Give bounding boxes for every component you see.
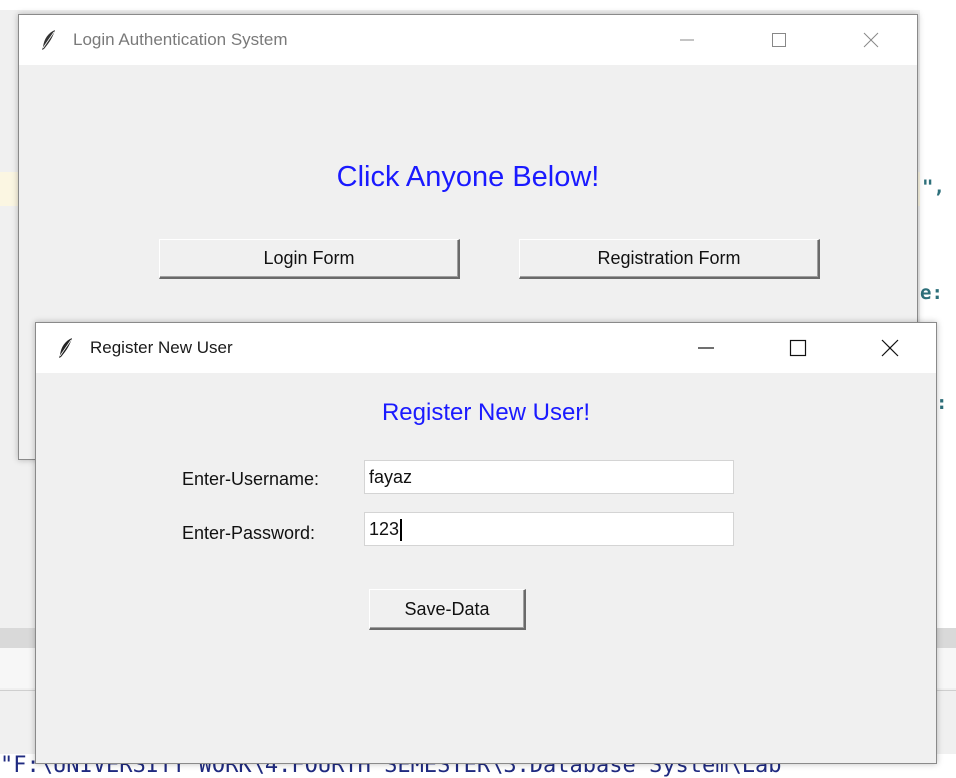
minimize-icon — [680, 39, 694, 41]
register-user-window: Register New User Register New User! Ent… — [35, 322, 937, 764]
register-window-titlebar[interactable]: Register New User — [36, 323, 936, 373]
background-code-snippet: e: — [920, 282, 943, 304]
minimize-button[interactable] — [641, 15, 733, 65]
minimize-button[interactable] — [660, 323, 752, 373]
close-button[interactable] — [844, 323, 936, 373]
username-label: Enter-Username: — [182, 469, 320, 489]
register-window-heading: Register New User! — [381, 399, 591, 426]
feather-icon — [42, 30, 55, 50]
username-value: fayaz — [369, 467, 413, 487]
password-label: Enter-Password: — [182, 523, 316, 543]
password-value: 123 — [369, 519, 400, 539]
maximize-button[interactable] — [733, 15, 825, 65]
password-input[interactable]: 123 — [364, 512, 734, 546]
login-window-heading: Click Anyone Below! — [336, 161, 600, 193]
username-input[interactable]: fayaz — [364, 460, 734, 494]
minimize-icon — [698, 347, 714, 349]
save-data-button[interactable]: Save-Data — [369, 589, 526, 630]
maximize-button[interactable] — [752, 323, 844, 373]
background-code-snippet: ", — [922, 176, 945, 198]
feather-icon — [59, 338, 72, 358]
login-window-title: Login Authentication System — [73, 30, 288, 49]
login-form-button[interactable]: Login Form — [159, 239, 460, 279]
maximize-icon — [789, 339, 807, 357]
close-icon — [881, 339, 899, 357]
maximize-icon — [772, 33, 786, 47]
close-icon — [863, 32, 879, 48]
register-window-title: Register New User — [90, 338, 233, 357]
text-cursor — [400, 519, 403, 542]
background-code-snippet: : — [936, 392, 948, 414]
registration-form-button[interactable]: Registration Form — [519, 239, 820, 279]
background-editor-top — [0, 0, 956, 10]
close-button[interactable] — [825, 15, 917, 65]
login-window-titlebar[interactable]: Login Authentication System — [19, 15, 917, 65]
